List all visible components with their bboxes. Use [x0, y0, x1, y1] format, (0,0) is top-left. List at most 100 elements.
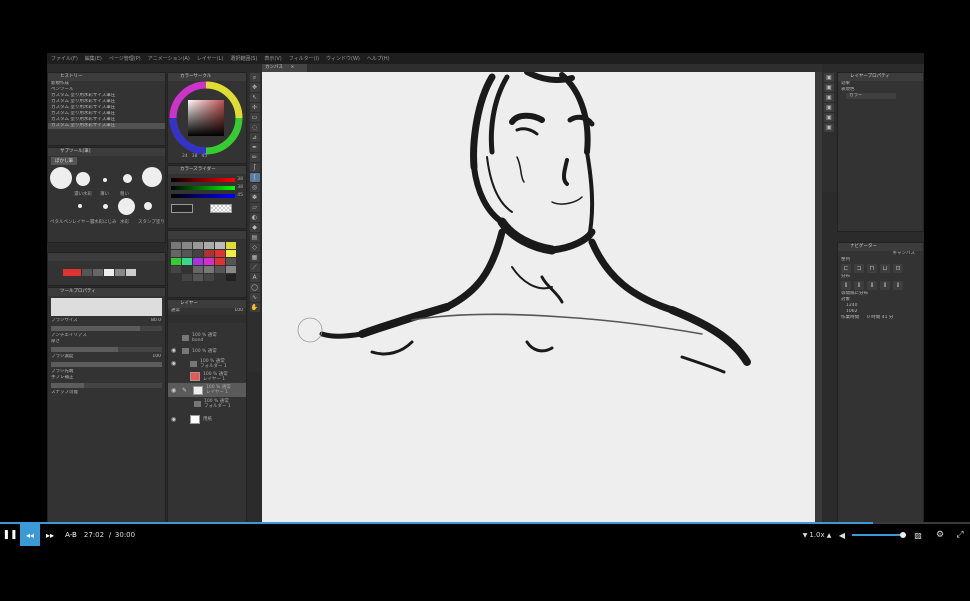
- drawing-canvas[interactable]: [262, 69, 815, 523]
- close-icon[interactable]: ×: [290, 65, 294, 70]
- line-correction-icon[interactable]: ∿: [249, 293, 260, 302]
- selection-icon[interactable]: ▭: [249, 113, 260, 122]
- red-slider[interactable]: [171, 177, 236, 182]
- swatch[interactable]: [125, 268, 136, 276]
- expression-value[interactable]: カラー: [846, 93, 896, 99]
- volume-slider[interactable]: [850, 524, 906, 546]
- brush-preview[interactable]: [50, 167, 72, 189]
- menu-edit[interactable]: 編集(E): [85, 55, 102, 62]
- eye-icon[interactable]: ◉: [171, 416, 179, 423]
- thickness-slider[interactable]: [51, 347, 162, 352]
- layer-opacity[interactable]: 100: [234, 308, 243, 314]
- menu-help[interactable]: ヘルプ(H): [367, 55, 390, 62]
- main-color[interactable]: [171, 204, 193, 213]
- subtitles-off-icon[interactable]: ▨: [906, 524, 930, 546]
- align-icon[interactable]: ⊓: [867, 264, 877, 273]
- speed-value[interactable]: 1.0x: [809, 524, 824, 546]
- menu-filter[interactable]: フィルター(I): [289, 55, 319, 62]
- menu-page[interactable]: ページ管理(P): [109, 55, 141, 62]
- material-icon[interactable]: ▣: [824, 73, 834, 82]
- figure-icon[interactable]: ◇: [249, 243, 260, 252]
- color-wheel[interactable]: [168, 81, 248, 156]
- text-icon[interactable]: A: [249, 273, 260, 282]
- brush-size-slider[interactable]: [51, 326, 162, 331]
- decoration-icon[interactable]: ✽: [249, 193, 260, 202]
- color-grid[interactable]: [168, 239, 246, 283]
- stabilize-slider[interactable]: [51, 383, 162, 388]
- hand-icon[interactable]: ✋: [249, 303, 260, 312]
- swatch[interactable]: [103, 268, 114, 276]
- transparent-color[interactable]: [210, 204, 232, 213]
- align-icon[interactable]: ⊔: [880, 264, 890, 273]
- blend-icon[interactable]: ◐: [249, 213, 260, 222]
- brush-size-value[interactable]: 80.0: [151, 318, 161, 324]
- brush-preview[interactable]: [123, 174, 132, 183]
- layer-row[interactable]: ◉ 用紙: [168, 412, 246, 426]
- rewind-button[interactable]: ◂◂: [20, 524, 40, 546]
- layer-row[interactable]: ◉ 100 % 通常: [168, 344, 246, 357]
- operation-icon[interactable]: ↖: [249, 93, 260, 102]
- gradient-icon[interactable]: ▤: [249, 233, 260, 242]
- material-icon[interactable]: ▣: [824, 113, 834, 122]
- blue-slider[interactable]: [171, 193, 236, 198]
- brush-preview[interactable]: [103, 204, 108, 209]
- history-item-selected[interactable]: カスタム 塗り用水彩サイズ筆圧: [48, 123, 165, 129]
- fullscreen-icon[interactable]: ⤢: [950, 524, 970, 546]
- lasso-icon[interactable]: ◌: [249, 123, 260, 132]
- distribute-icon[interactable]: ⫴: [841, 281, 851, 290]
- zoom-icon[interactable]: ⌕: [249, 73, 260, 82]
- brush-preview[interactable]: [144, 202, 152, 210]
- settings-icon[interactable]: ⚙: [930, 524, 950, 546]
- move-icon[interactable]: ✥: [249, 83, 260, 92]
- material-icon[interactable]: ▣: [824, 83, 834, 92]
- green-slider[interactable]: [171, 185, 236, 190]
- layer-row-selected[interactable]: ◉ ✎ 100 % 通常 レイヤー 1: [168, 383, 246, 397]
- speed-up-icon[interactable]: ▲: [824, 524, 834, 546]
- layer-row[interactable]: 100 % 通常 フォルダー 1: [168, 397, 246, 410]
- fill-icon[interactable]: ◆: [249, 223, 260, 232]
- move-layer-icon[interactable]: ✢: [249, 103, 260, 112]
- material-icon[interactable]: ▣: [824, 93, 834, 102]
- align-icon[interactable]: ⊡: [893, 264, 903, 273]
- volume-icon[interactable]: ◀: [834, 524, 850, 546]
- brush-preview[interactable]: [78, 204, 82, 208]
- pen-icon[interactable]: ✒: [249, 143, 260, 152]
- align-icon[interactable]: ⊐: [854, 264, 864, 273]
- swatch[interactable]: [51, 268, 62, 276]
- canvas-tab[interactable]: カンバス ×: [262, 64, 307, 72]
- menu-layer[interactable]: レイヤー(L): [197, 55, 224, 62]
- swatch[interactable]: [92, 268, 103, 276]
- subtool-tab[interactable]: ぼかし筆: [51, 156, 77, 165]
- brush-preview[interactable]: [118, 198, 135, 215]
- brush-active-icon[interactable]: ʄ: [249, 173, 260, 182]
- ruler-icon[interactable]: ⟋: [249, 263, 260, 272]
- material-icon[interactable]: ▣: [824, 103, 834, 112]
- brush-preview[interactable]: [103, 178, 107, 182]
- layer-row[interactable]: 100 % 通常 bond: [168, 331, 246, 344]
- layer-row[interactable]: ◉ 100 % 通常 フォルダー 1: [168, 357, 246, 370]
- menu-view[interactable]: 表示(V): [264, 55, 281, 62]
- pause-button[interactable]: ❚❚: [0, 524, 20, 546]
- menu-window[interactable]: ウィンドウ(W): [326, 55, 360, 62]
- frame-icon[interactable]: ▦: [249, 253, 260, 262]
- swatch[interactable]: [81, 268, 92, 276]
- snap-label[interactable]: スナップ可能: [48, 390, 165, 396]
- brush-preview[interactable]: [142, 167, 162, 187]
- brush-preview[interactable]: [76, 172, 90, 186]
- layer-blend-mode[interactable]: 通常: [171, 308, 180, 314]
- ab-repeat-button[interactable]: A-B: [60, 524, 82, 546]
- eye-icon[interactable]: ◉: [171, 360, 179, 367]
- density-value[interactable]: 100: [152, 354, 161, 360]
- brush-icon[interactable]: ʃ: [249, 163, 260, 172]
- menu-selection[interactable]: 選択範囲(S): [230, 55, 257, 62]
- eye-icon[interactable]: ◉: [171, 347, 179, 354]
- distribute-icon[interactable]: ⫴: [867, 281, 877, 290]
- menu-animation[interactable]: アニメーション(A): [148, 55, 190, 62]
- align-icon[interactable]: ⊏: [841, 264, 851, 273]
- density-slider[interactable]: [51, 362, 162, 367]
- swatch[interactable]: [62, 268, 81, 276]
- forward-button[interactable]: ▸▸: [40, 524, 60, 546]
- material-icon[interactable]: ▣: [824, 123, 834, 132]
- airbrush-icon[interactable]: ◎: [249, 183, 260, 192]
- distribute-icon[interactable]: ⫴: [880, 281, 890, 290]
